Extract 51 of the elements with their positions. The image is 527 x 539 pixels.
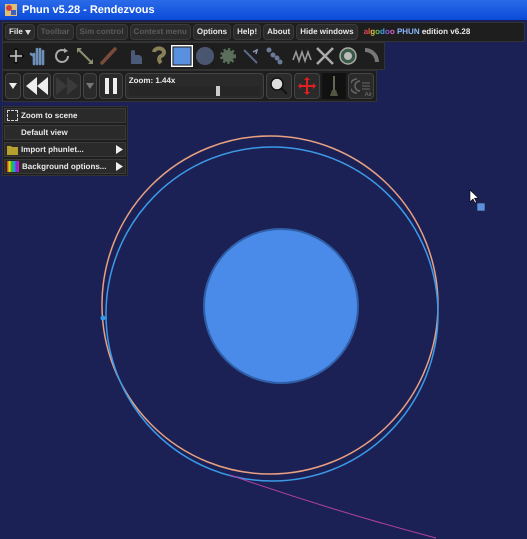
gear-icon [218, 46, 238, 66]
cursor-icon [470, 189, 480, 204]
menu-button[interactable]: File [5, 24, 35, 40]
tool-button[interactable] [171, 45, 193, 67]
menu-button[interactable]: Help! [233, 24, 262, 40]
circle-icon [195, 46, 215, 66]
move-arrows-icon [6, 46, 26, 66]
menu-button[interactable]: Hide windows [296, 24, 358, 40]
window-title: Phun v5.28 - Rendezvous [22, 2, 155, 18]
pause-button[interactable] [98, 73, 123, 99]
menu-button[interactable]: Options [192, 24, 232, 40]
pause-icon [104, 78, 118, 94]
context-menu-item[interactable]: Import phunlet... [4, 142, 126, 157]
dropdown-button[interactable] [5, 73, 21, 99]
menu-button[interactable]: About [263, 24, 294, 40]
tool-button[interactable] [314, 45, 336, 67]
diagonal-arrow-icon [75, 46, 95, 66]
move-arrows-icon [298, 77, 316, 95]
slider-thumb[interactable] [216, 86, 220, 96]
magnifier-icon [269, 76, 290, 96]
tool-button[interactable] [337, 45, 359, 67]
satellite-dot [100, 316, 106, 320]
square-marker [476, 202, 486, 212]
brand-text: algodoo PHUN edition v6.28 [364, 26, 470, 38]
square-icon [172, 46, 192, 66]
caret-icon [8, 83, 17, 89]
context-menu-item[interactable]: Zoom to scene [4, 108, 126, 123]
move-button[interactable] [294, 73, 320, 99]
rotate-icon [52, 46, 72, 66]
folder-icon [7, 144, 18, 154]
context-menu-item[interactable]: Default view [4, 125, 126, 140]
curve-icon [149, 46, 169, 66]
cross-icon [315, 46, 335, 66]
context-menu-item[interactable]: Background options... [4, 159, 126, 174]
dashed-frame-icon [7, 110, 18, 121]
caret-icon [86, 83, 94, 89]
rewind-button[interactable] [22, 73, 51, 99]
zoom-slider[interactable] [128, 86, 260, 96]
tool-button[interactable] [5, 45, 27, 67]
pin-line-icon [241, 46, 261, 66]
knife-icon [98, 46, 118, 66]
beads-icon [264, 46, 284, 66]
rainbow-icon [7, 161, 19, 172]
zoom-button[interactable] [266, 73, 292, 99]
ring-icon [338, 46, 358, 66]
zoom-label: Zoom: 1.44x [128, 76, 176, 86]
fan-icon [351, 77, 372, 95]
app-icon [4, 3, 18, 17]
stick-icon [329, 76, 340, 96]
rewind-icon [26, 77, 48, 95]
fast-forward-icon [56, 77, 78, 95]
